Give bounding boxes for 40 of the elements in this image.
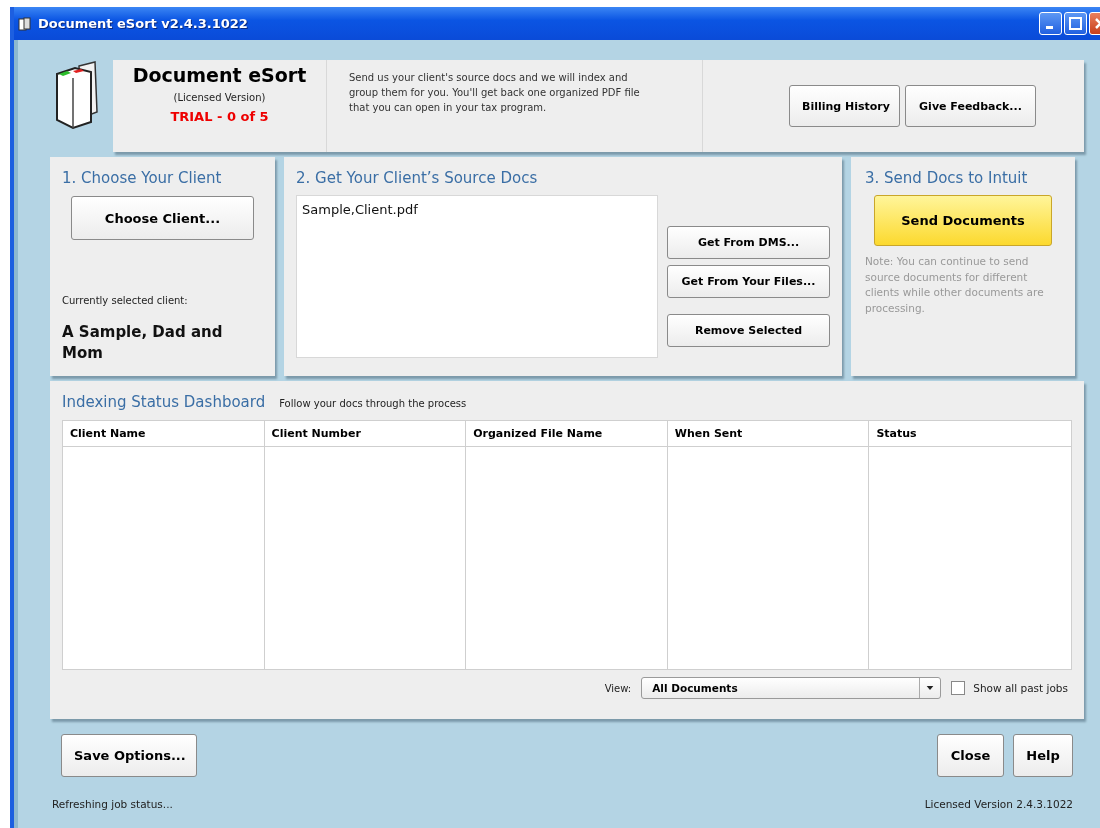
- column-header[interactable]: Client Name: [63, 421, 265, 447]
- column-header[interactable]: When Sent: [667, 421, 870, 447]
- maximize-button[interactable]: [1064, 12, 1087, 35]
- version-text: Licensed Version 2.4.3.1022: [924, 798, 1073, 810]
- column-header[interactable]: Client Number: [264, 421, 467, 447]
- column-header[interactable]: Status: [869, 421, 1071, 447]
- window-title: Document eSort v2.4.3.1022: [38, 16, 248, 31]
- minimize-icon: [1045, 26, 1053, 29]
- view-label: View:: [604, 682, 632, 694]
- note-text: Note: You can continue to send source documents for different clients while other documents are processing.: [865, 254, 1045, 316]
- footer-button[interactable]: Help: [1013, 734, 1073, 777]
- license-label: (Licensed Version): [173, 92, 266, 103]
- header-button[interactable]: Billing History: [789, 85, 900, 127]
- send-documents-button[interactable]: Send Documents: [874, 195, 1052, 246]
- source-button[interactable]: Remove Selected: [667, 314, 830, 347]
- step-title: 1. Choose Your Client: [62, 169, 223, 187]
- trial-label: TRIAL - 0 of 5: [170, 109, 269, 124]
- header-button[interactable]: Give Feedback...: [905, 85, 1036, 127]
- checkbox-label: Show all past jobs: [973, 682, 1068, 694]
- app-name: Document eSort: [132, 64, 307, 86]
- selected-client-label: Currently selected client:: [62, 295, 189, 306]
- choose-client-button[interactable]: Choose Client...: [71, 196, 254, 240]
- dashboard-title: Indexing Status Dashboard: [62, 393, 266, 411]
- footer-button[interactable]: Close: [937, 734, 1004, 777]
- file-item[interactable]: Sample,Client.pdf: [302, 202, 652, 217]
- status-text: Refreshing job status...: [52, 798, 173, 810]
- app-icon: [18, 16, 32, 31]
- step-title: 3. Send Docs to Intuit: [865, 169, 1029, 187]
- footer-button[interactable]: Save Options...: [61, 734, 197, 777]
- source-button[interactable]: Get From Your Files...: [667, 265, 830, 298]
- maximize-icon: [1069, 17, 1082, 30]
- selected-client-name: A Sample, Dad and Mom: [62, 322, 224, 364]
- step-title: 2. Get Your Client’s Source Docs: [296, 169, 539, 187]
- source-button[interactable]: Get From DMS...: [667, 226, 830, 259]
- checkbox[interactable]: [951, 681, 966, 695]
- dashboard-subtitle: Follow your docs through the process: [279, 398, 467, 409]
- minimize-button[interactable]: [1039, 12, 1062, 35]
- description-text: Send us your client's source docs and we will index and group them for you. You'll get back one organized PDF file that you can open in your tax program.: [327, 60, 703, 152]
- view-dropdown[interactable]: All Documents: [641, 677, 942, 699]
- column-header[interactable]: Organized File Name: [466, 421, 668, 447]
